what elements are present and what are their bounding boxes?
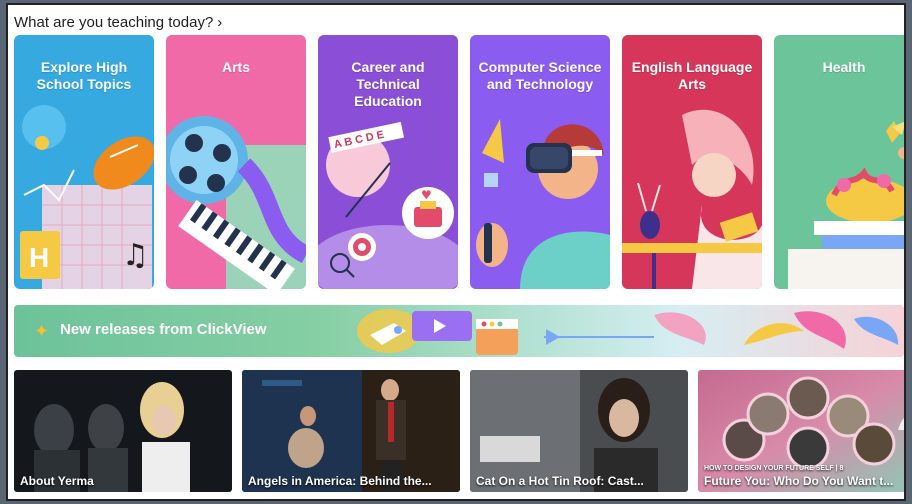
subject-card-health[interactable]: Health bbox=[774, 35, 904, 289]
sparkle-icon: ✦ bbox=[34, 321, 50, 341]
video-title: About Yerma bbox=[20, 474, 94, 488]
new-releases-video-row: About Yerma Angels in America: Behind th… bbox=[14, 370, 904, 492]
subject-card-label: Explore High School Topics bbox=[36, 59, 132, 92]
video-thumbnail[interactable]: HOW TO DESIGN YOUR FUTURE SELF | 8 Futur… bbox=[698, 370, 904, 492]
video-thumbnail[interactable]: Cat On a Hot Tin Roof: Cast... bbox=[470, 370, 688, 492]
subject-card-label: Computer Science and Technology bbox=[478, 59, 602, 92]
chevron-right-icon: › bbox=[217, 14, 223, 31]
subject-card-explore-high-school-topics[interactable]: H ♫ Explore High School Topics bbox=[14, 35, 154, 289]
subject-card-computer-science-technology[interactable]: Computer Science and Technology bbox=[470, 35, 610, 289]
video-thumbnail[interactable]: Angels in America: Behind the... bbox=[242, 370, 460, 492]
video-title: Future You: Who Do You Want t... bbox=[704, 474, 894, 488]
subject-card-label: English Language Arts bbox=[631, 59, 753, 92]
svg-text:♫: ♫ bbox=[122, 238, 149, 273]
section-heading-link[interactable]: What are you teaching today? › bbox=[14, 14, 222, 31]
svg-text:♥: ♥ bbox=[421, 188, 432, 202]
svg-text:H: H bbox=[29, 242, 49, 273]
subject-card-label: Arts bbox=[221, 59, 250, 75]
new-releases-banner[interactable]: ✦ New releases from ClickView bbox=[14, 305, 904, 357]
subject-card-label: Health bbox=[822, 59, 866, 75]
video-title: Angels in America: Behind the... bbox=[248, 474, 432, 488]
video-title: Cat On a Hot Tin Roof: Cast... bbox=[476, 474, 644, 488]
subject-card-english-language-arts[interactable]: English Language Arts bbox=[622, 35, 762, 289]
banner-label: New releases from ClickView bbox=[60, 321, 267, 338]
subject-card-label: Career and Technical Education bbox=[351, 59, 425, 109]
video-series-label: HOW TO DESIGN YOUR FUTURE SELF | 8 bbox=[704, 465, 844, 472]
content-frame: What are you teaching today? › H ♫ Explo… bbox=[6, 3, 906, 501]
subject-card-arts[interactable]: Arts bbox=[166, 35, 306, 289]
subject-card-career-technical-education[interactable]: A B C D E ♥ Career and Technical Educati… bbox=[318, 35, 458, 289]
video-thumbnail[interactable]: About Yerma bbox=[14, 370, 232, 492]
subject-cards: H ♫ Explore High School Topics Arts A B … bbox=[14, 35, 904, 289]
section-heading: What are you teaching today? bbox=[14, 14, 214, 31]
